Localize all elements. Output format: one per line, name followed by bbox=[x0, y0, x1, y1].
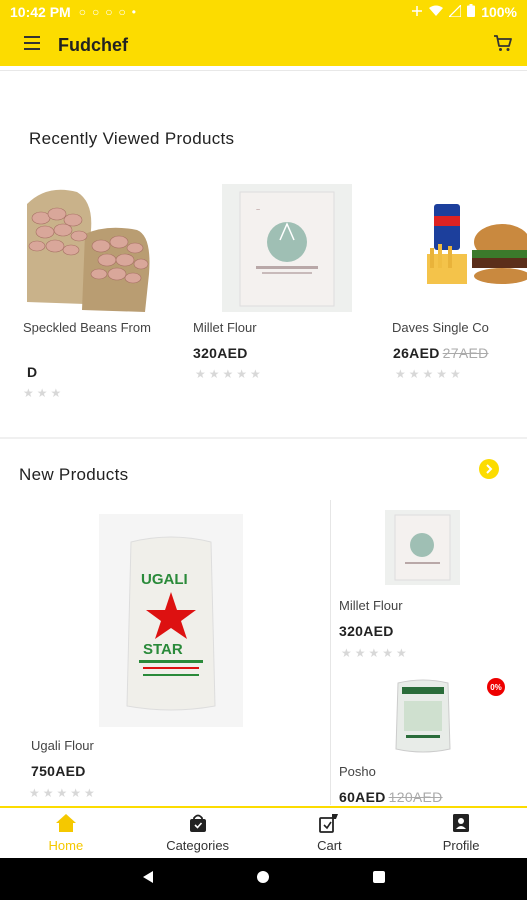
rating-stars: ★★★★★ bbox=[341, 646, 410, 660]
svg-text:UGALI: UGALI bbox=[141, 571, 188, 588]
product-price: 320AED bbox=[339, 623, 394, 639]
product-name[interactable]: Ugali Flour bbox=[31, 738, 94, 753]
product-price: 750AED bbox=[31, 763, 86, 779]
product-price: D bbox=[27, 364, 37, 380]
price-value: 60AED bbox=[339, 789, 386, 805]
old-price: 120AED bbox=[388, 789, 443, 805]
product-price: 320AED bbox=[193, 345, 248, 361]
battery-percent: 100% bbox=[481, 4, 517, 20]
mute-icon bbox=[411, 4, 423, 20]
app-bar: Fudchef bbox=[0, 24, 527, 66]
daves-combo-product-image[interactable] bbox=[422, 184, 527, 312]
nav-label: Profile bbox=[442, 838, 480, 853]
price-value: 26AED bbox=[393, 345, 440, 361]
product-name[interactable]: Posho bbox=[339, 764, 376, 779]
back-icon[interactable] bbox=[141, 870, 155, 889]
top-divider bbox=[0, 70, 527, 71]
rating-stars: ★★★★★ bbox=[195, 367, 264, 381]
price-value: 320AED bbox=[339, 623, 394, 639]
product-name[interactable]: Millet Flour bbox=[339, 598, 403, 613]
nav-home[interactable]: Home bbox=[0, 808, 132, 858]
rating-stars: ★★★ bbox=[23, 386, 65, 400]
ugali-flour-product-image[interactable]: UGALI STAR bbox=[99, 514, 243, 727]
bottom-navigation: Home Categories Cart Profile bbox=[0, 806, 527, 858]
price-value: D bbox=[27, 364, 38, 380]
price-value: 750AED bbox=[31, 763, 86, 779]
product-price: 60AED 120AED bbox=[339, 789, 443, 805]
chevron-right-icon[interactable] bbox=[479, 459, 499, 479]
system-navigation-bar bbox=[0, 858, 527, 900]
menu-icon[interactable] bbox=[24, 35, 40, 55]
wifi-icon bbox=[429, 4, 444, 20]
recently-viewed-title: Recently Viewed Products bbox=[29, 129, 235, 148]
home-circle-icon[interactable] bbox=[256, 870, 270, 889]
product-price: 26AED 27AED bbox=[393, 345, 489, 361]
section-divider bbox=[0, 437, 527, 439]
nav-cart[interactable]: Cart bbox=[264, 808, 396, 858]
grid-divider bbox=[330, 500, 331, 805]
signal-icon bbox=[447, 3, 462, 20]
posho-product-image[interactable] bbox=[392, 677, 454, 755]
nav-categories[interactable]: Categories bbox=[132, 808, 264, 858]
nav-label: Home bbox=[48, 838, 84, 853]
home-icon bbox=[55, 813, 77, 836]
product-name[interactable]: Millet Flour bbox=[193, 320, 257, 335]
categories-bag-icon bbox=[188, 813, 208, 836]
new-products-title: New Products bbox=[19, 465, 129, 484]
millet-flour-product-image[interactable]: ~ bbox=[222, 184, 352, 312]
nav-label: Categories bbox=[166, 838, 230, 853]
status-bar: 10:42 PM ○○○○• 100% bbox=[0, 0, 527, 24]
cart-nav-icon bbox=[319, 813, 339, 836]
recents-icon[interactable] bbox=[372, 870, 386, 889]
millet-flour-product-image[interactable] bbox=[385, 510, 460, 585]
rating-stars: ★★★★★ bbox=[395, 367, 464, 381]
svg-text:~: ~ bbox=[256, 207, 260, 214]
old-price: 27AED bbox=[442, 345, 489, 361]
status-time: 10:42 PM bbox=[10, 4, 71, 20]
svg-text:STAR: STAR bbox=[143, 641, 183, 658]
rating-stars: ★★★★★ bbox=[29, 786, 98, 800]
discount-badge: 0% bbox=[487, 678, 505, 696]
notification-icons: ○○○○• bbox=[78, 5, 142, 19]
battery-icon bbox=[467, 4, 476, 20]
nav-label: Cart bbox=[317, 838, 342, 853]
product-name[interactable]: Speckled Beans From bbox=[23, 320, 168, 335]
status-right: 100% bbox=[411, 3, 517, 20]
price-value: 320AED bbox=[193, 345, 248, 361]
app-title: Fudchef bbox=[58, 34, 128, 55]
profile-icon bbox=[452, 813, 470, 836]
beans-product-image[interactable] bbox=[27, 184, 152, 312]
product-name[interactable]: Daves Single Co bbox=[392, 320, 527, 335]
nav-profile[interactable]: Profile bbox=[395, 808, 527, 858]
cart-icon[interactable] bbox=[493, 34, 513, 57]
